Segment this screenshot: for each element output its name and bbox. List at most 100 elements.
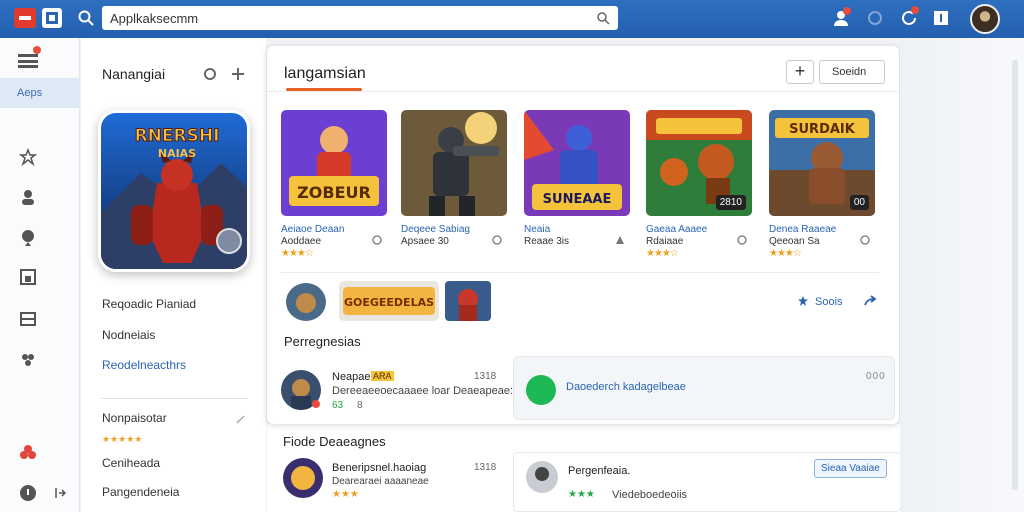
download-icon[interactable] [371,234,383,246]
left-link-1[interactable]: Reqoadic Pianiad [102,297,196,311]
app-badge-4: 2810 [715,195,746,210]
mini-banner[interactable]: GOEGEEDELAS [339,281,439,321]
location-icon[interactable] [19,228,37,246]
message-avatar-2[interactable] [283,458,323,498]
puzzle-icon[interactable] [19,444,37,462]
document-icon[interactable] [19,268,37,286]
app-name-3[interactable]: Neaia [524,224,550,235]
left-divider [101,398,248,399]
info-icon[interactable] [932,9,950,27]
app-name-1[interactable]: Aeiaoe Deaan [281,224,344,235]
list-icon[interactable] [19,310,37,328]
app-dev-4: Rdaiaae [646,236,684,247]
profile-avatar[interactable] [970,4,1000,34]
mini-banner-text: GOEGEEDELAS [344,296,434,309]
left-sub-link-1[interactable]: Ceniheada [102,456,160,470]
left-panel-title: Nanangiai [102,66,166,82]
download-icon[interactable] [736,234,748,246]
app-card-1[interactable]: ZOBEUR Aeiaoe Deaan Aoddaee ★★★☆ [281,110,389,259]
app-name-2[interactable]: Deqeee Sabiag [401,224,470,235]
settings-circle-icon[interactable] [203,67,217,81]
section-title-2: Fiode Deaeagnes [283,434,386,449]
app-dev-1: Aoddaee [281,236,322,247]
left-rating-stars: ★★★★★ [102,434,143,444]
card-sub-2: Viedeboedeoiis [612,489,688,501]
collapse-icon[interactable] [54,486,66,500]
people-icon[interactable] [19,188,37,206]
search-icon[interactable] [78,10,94,26]
app-dev-2: Apsaee 30 [401,236,449,247]
app-card-5[interactable]: SURDAIK 00 Denea Raaeae Qeeoan Sa ★★★☆ [769,110,877,259]
featured-game-art[interactable]: RNERSHI NAIAS [98,110,250,272]
mini-thumb-square[interactable] [445,281,491,321]
share-label[interactable]: Soois [815,296,843,308]
message-time-1: 1318 [474,371,497,382]
svg-text:NAIAS: NAIAS [158,147,196,160]
share-icon[interactable] [614,234,626,246]
star-icon[interactable] [19,148,37,166]
chat-card-2[interactable]: Pergenfeaia. ★★★ Viedeboedeoiis Sieaa Va… [513,452,901,512]
message-desc-2: Dearearaei aaaaneae [332,476,429,487]
rail-item-apps[interactable]: Aeps [0,78,80,108]
card-avatar-2 [526,461,558,493]
left-link-3[interactable]: Reodelneacthrs [102,358,186,372]
app-stars-1: ★★★☆ [281,248,314,259]
top-bar [0,0,1024,38]
card-title-2: Pergenfeaia. [568,465,631,477]
left-sub-link-2[interactable]: Pangendeneia [102,485,179,499]
app-name-4[interactable]: Gaeaa Aaaee [646,224,707,235]
app-card-2[interactable]: Deqeee Sabiag Apsaee 30 [401,110,509,247]
menu-icon[interactable] [18,54,38,68]
card-stars-2: ★★★ [568,489,595,500]
message-meta-mid-1: 8 [357,400,363,411]
app-name-5[interactable]: Denea Raaeae [769,224,836,235]
add-icon[interactable] [231,67,245,81]
message-name-1[interactable]: Neapae [332,371,371,383]
group-icon[interactable] [19,350,37,368]
chat-app-icon [526,375,556,405]
app-art-1[interactable]: ZOBEUR [281,110,387,216]
left-link-2[interactable]: Nodneiais [102,328,155,342]
search-submit-icon[interactable] [596,11,610,25]
app-art-5[interactable]: SURDAIK 00 [769,110,875,216]
grid-logo-icon[interactable] [42,8,62,28]
scrollbar[interactable] [1012,60,1018,490]
right-gutter [900,38,1024,512]
svg-text:RNERSHI: RNERSHI [135,126,220,146]
app-card-4[interactable]: 2810 Gaeaa Aaaee Rdaiaae ★★★☆ [646,110,754,259]
more-icon[interactable]: 000 [866,371,886,382]
app-art-3[interactable]: SUNEAAE [524,110,630,216]
chat-text-1[interactable]: Daoederch kadagelbeae [566,381,686,393]
alert-badge [911,6,919,14]
app-dev-3: Reaae 3is [524,236,570,247]
app-stars-5: ★★★☆ [769,248,802,259]
settings-icon[interactable] [866,9,884,27]
app-art-3-text: SUNEAAE [543,192,612,207]
card-action-button[interactable]: Sieaa Vaaiae [814,459,887,478]
message-name-2[interactable]: Beneripsnel.haoiag [332,462,426,474]
sort-button[interactable]: Soeidn [819,60,885,84]
message-time-2: 1318 [474,462,497,473]
search-input[interactable] [102,6,618,30]
left-section-title: Nonpaisotar [102,411,167,425]
menu-badge [33,46,41,54]
message-stars-2: ★★★ [332,489,359,500]
help-icon[interactable] [19,484,37,502]
message-meta-left-1: 63 [332,400,344,411]
app-art-2[interactable] [401,110,507,216]
app-badge-5: 00 [849,195,869,210]
left-panel: Nanangiai RNERSHI NAIAS Reqoadic Pianiad… [81,38,266,512]
star-icon[interactable] [797,295,809,307]
brand-logo-icon[interactable] [14,8,36,28]
app-art-1-text: ZOBEUR [297,183,371,202]
nav-rail: Aeps [0,38,80,512]
app-card-3[interactable]: SUNEAAE Neaia Reaae 3is [524,110,632,247]
mini-thumb-round[interactable] [286,283,326,321]
add-button[interactable]: + [786,60,814,84]
download-icon[interactable] [491,234,503,246]
forward-icon[interactable] [863,295,877,307]
download-icon[interactable] [859,234,871,246]
pin-icon[interactable] [235,414,246,425]
app-art-4[interactable]: 2810 [646,110,752,216]
chat-card-1[interactable]: Daoederch kadagelbeae 000 [513,356,895,420]
